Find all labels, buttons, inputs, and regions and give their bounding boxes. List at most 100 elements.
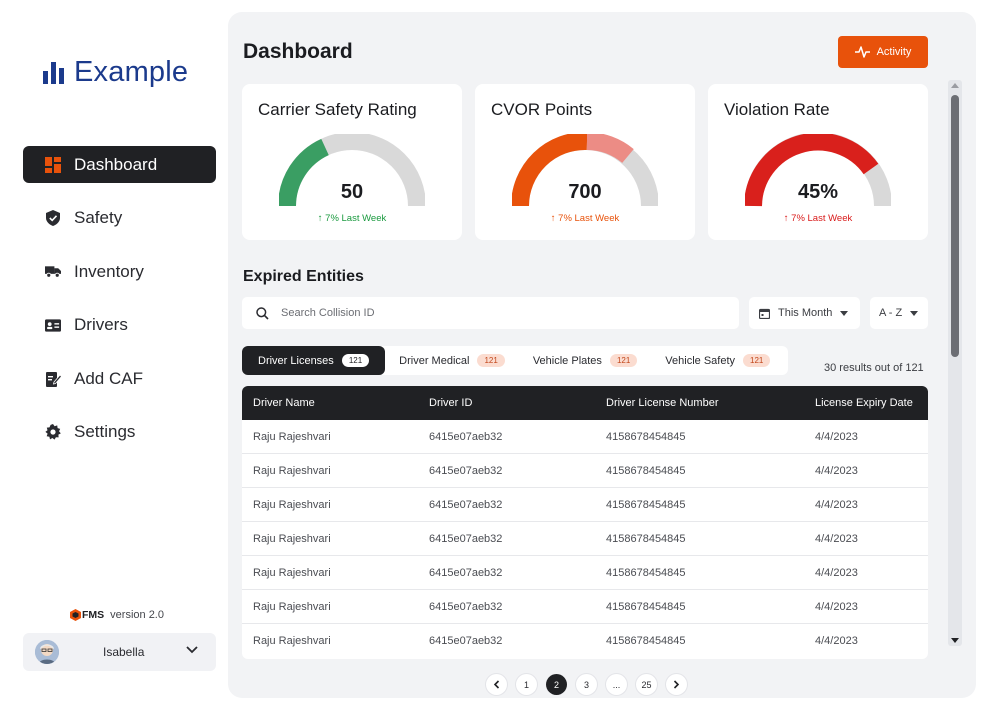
sort-dropdown[interactable]: A - Z <box>870 297 928 329</box>
hexagon-logo-icon <box>70 609 81 621</box>
count-badge: 121 <box>477 354 505 367</box>
gauge-value: 50 <box>340 181 364 203</box>
table-row[interactable]: Raju Rajeshvari 6415e07aeb32 41586784548… <box>242 624 928 658</box>
vertical-scrollbar[interactable] <box>948 80 962 646</box>
trend-text: 7% Last Week <box>558 213 620 224</box>
prev-page-button[interactable] <box>486 674 507 695</box>
page-button-current[interactable]: 2 <box>546 674 567 695</box>
cell-license-number: 4158678454845 <box>606 532 686 545</box>
gauge-value: 700 <box>568 181 602 203</box>
table-row[interactable]: Raju Rajeshvari 6415e07aeb32 41586784548… <box>242 420 928 454</box>
cell-expiry-date: 4/4/2023 <box>815 498 858 511</box>
cell-driver-name: Raju Rajeshvari <box>253 498 331 511</box>
table-row[interactable]: Raju Rajeshvari 6415e07aeb32 41586784548… <box>242 590 928 624</box>
column-header[interactable]: Driver License Number <box>595 397 805 409</box>
nav-item-drivers[interactable]: Drivers <box>23 307 216 344</box>
tab-vehicle-safety[interactable]: Vehicle Safety 121 <box>651 346 784 375</box>
table-row[interactable]: Raju Rajeshvari 6415e07aeb32 41586784548… <box>242 454 928 488</box>
cell-expiry-date: 4/4/2023 <box>815 635 858 647</box>
user-name: Isabella <box>103 645 145 659</box>
column-header[interactable]: Driver ID <box>418 397 595 409</box>
bar-chart-logo-icon <box>43 61 64 84</box>
tab-label: Driver Licenses <box>258 354 334 367</box>
user-menu[interactable]: Isabella <box>23 633 216 671</box>
cell-license-number: 4158678454845 <box>606 430 686 443</box>
search-bar <box>242 297 739 329</box>
cell-expiry-date: 4/4/2023 <box>815 566 858 579</box>
fms-logo-text: FMS <box>82 609 105 621</box>
scroll-thumb[interactable] <box>951 95 959 357</box>
column-header[interactable]: Driver Name <box>242 397 418 409</box>
arrow-up-icon: ↑ <box>550 213 556 224</box>
activity-label: Activity <box>876 46 912 58</box>
page-button[interactable]: 1 <box>516 674 537 695</box>
nav-item-dashboard[interactable]: Dashboard <box>23 146 216 183</box>
table-row[interactable]: Raju Rajeshvari 6415e07aeb32 41586784548… <box>242 488 928 522</box>
scroll-up-arrow-icon[interactable] <box>951 83 959 88</box>
caret-down-icon <box>840 310 849 316</box>
card-violation-rate: Violation Rate 45% ↑ 7% Last Week <box>708 84 928 240</box>
cell-driver-name: Raju Rajeshvari <box>253 600 331 613</box>
cell-driver-name: Raju Rajeshvari <box>253 430 331 443</box>
cell-driver-name: Raju Rajeshvari <box>253 635 331 647</box>
tab-label: Vehicle Safety <box>665 354 736 367</box>
card-title: Carrier Safety Rating <box>258 100 417 119</box>
activity-button[interactable]: Activity <box>838 36 928 68</box>
table-row[interactable]: Raju Rajeshvari 6415e07aeb32 41586784548… <box>242 522 928 556</box>
brand-logo[interactable]: Example <box>43 56 188 89</box>
nav-label: Dashboard <box>74 154 158 174</box>
cell-expiry-date: 4/4/2023 <box>815 600 858 613</box>
pagination: 1 2 3 ... 25 <box>486 674 687 695</box>
cell-driver-id: 6415e07aeb32 <box>429 498 503 511</box>
sidebar: Example Dashboard Safety Inventory Drive… <box>0 0 228 710</box>
period-dropdown[interactable]: This Month <box>749 297 860 329</box>
scroll-down-arrow-icon[interactable] <box>951 638 959 643</box>
page-button[interactable]: 3 <box>576 674 597 695</box>
truck-icon <box>45 264 61 280</box>
page-title: Dashboard <box>243 40 353 63</box>
nav-label: Add CAF <box>74 368 143 388</box>
nav-item-safety[interactable]: Safety <box>23 200 216 237</box>
calendar-icon <box>759 308 770 319</box>
cell-driver-id: 6415e07aeb32 <box>429 600 503 613</box>
cell-license-number: 4158678454845 <box>606 635 686 647</box>
main-panel: Dashboard Activity Carrier Safety Rating… <box>228 12 976 698</box>
main-nav: Dashboard Safety Inventory Drivers Add C… <box>23 146 216 468</box>
search-icon <box>256 306 269 320</box>
cell-driver-id: 6415e07aeb32 <box>429 566 503 579</box>
nav-label: Inventory <box>74 261 144 281</box>
cell-driver-id: 6415e07aeb32 <box>429 635 503 647</box>
table-header: Driver Name Driver ID Driver License Num… <box>242 386 928 420</box>
avatar <box>35 640 59 664</box>
page-ellipsis: ... <box>606 674 627 695</box>
nav-item-add-caf[interactable]: Add CAF <box>23 360 216 397</box>
nav-item-inventory[interactable]: Inventory <box>23 253 216 290</box>
arrow-up-icon: ↑ <box>783 213 789 224</box>
cell-license-number: 4158678454845 <box>606 498 686 511</box>
search-input[interactable] <box>281 307 701 319</box>
gauge-value: 45% <box>797 181 839 203</box>
table-row[interactable]: Raju Rajeshvari 6415e07aeb32 41586784548… <box>242 556 928 590</box>
chevron-down-icon[interactable] <box>186 646 198 654</box>
cell-license-number: 4158678454845 <box>606 464 686 477</box>
id-card-icon <box>45 317 61 333</box>
card-title: Violation Rate <box>724 100 830 119</box>
trend-indicator: ↑ 7% Last Week <box>242 213 462 224</box>
trend-text: 7% Last Week <box>325 213 387 224</box>
tab-driver-licenses[interactable]: Driver Licenses 121 <box>242 346 386 375</box>
cell-expiry-date: 4/4/2023 <box>815 532 858 545</box>
period-value: This Month <box>778 307 833 319</box>
next-page-button[interactable] <box>666 674 687 695</box>
tab-vehicle-plates[interactable]: Vehicle Plates 121 <box>519 346 651 375</box>
tab-label: Vehicle Plates <box>532 354 602 367</box>
count-badge: 121 <box>609 354 638 367</box>
cell-driver-id: 6415e07aeb32 <box>429 464 503 477</box>
column-header[interactable]: License Expiry Date <box>805 397 928 409</box>
nav-item-settings[interactable]: Settings <box>23 414 216 451</box>
cell-driver-name: Raju Rajeshvari <box>253 532 331 545</box>
card-cvor-points: CVOR Points 700 ↑ 7% Last Week <box>475 84 695 240</box>
cell-expiry-date: 4/4/2023 <box>815 430 858 443</box>
cell-driver-name: Raju Rajeshvari <box>253 566 331 579</box>
tab-driver-medical[interactable]: Driver Medical 121 <box>385 346 519 375</box>
page-button[interactable]: 25 <box>636 674 657 695</box>
